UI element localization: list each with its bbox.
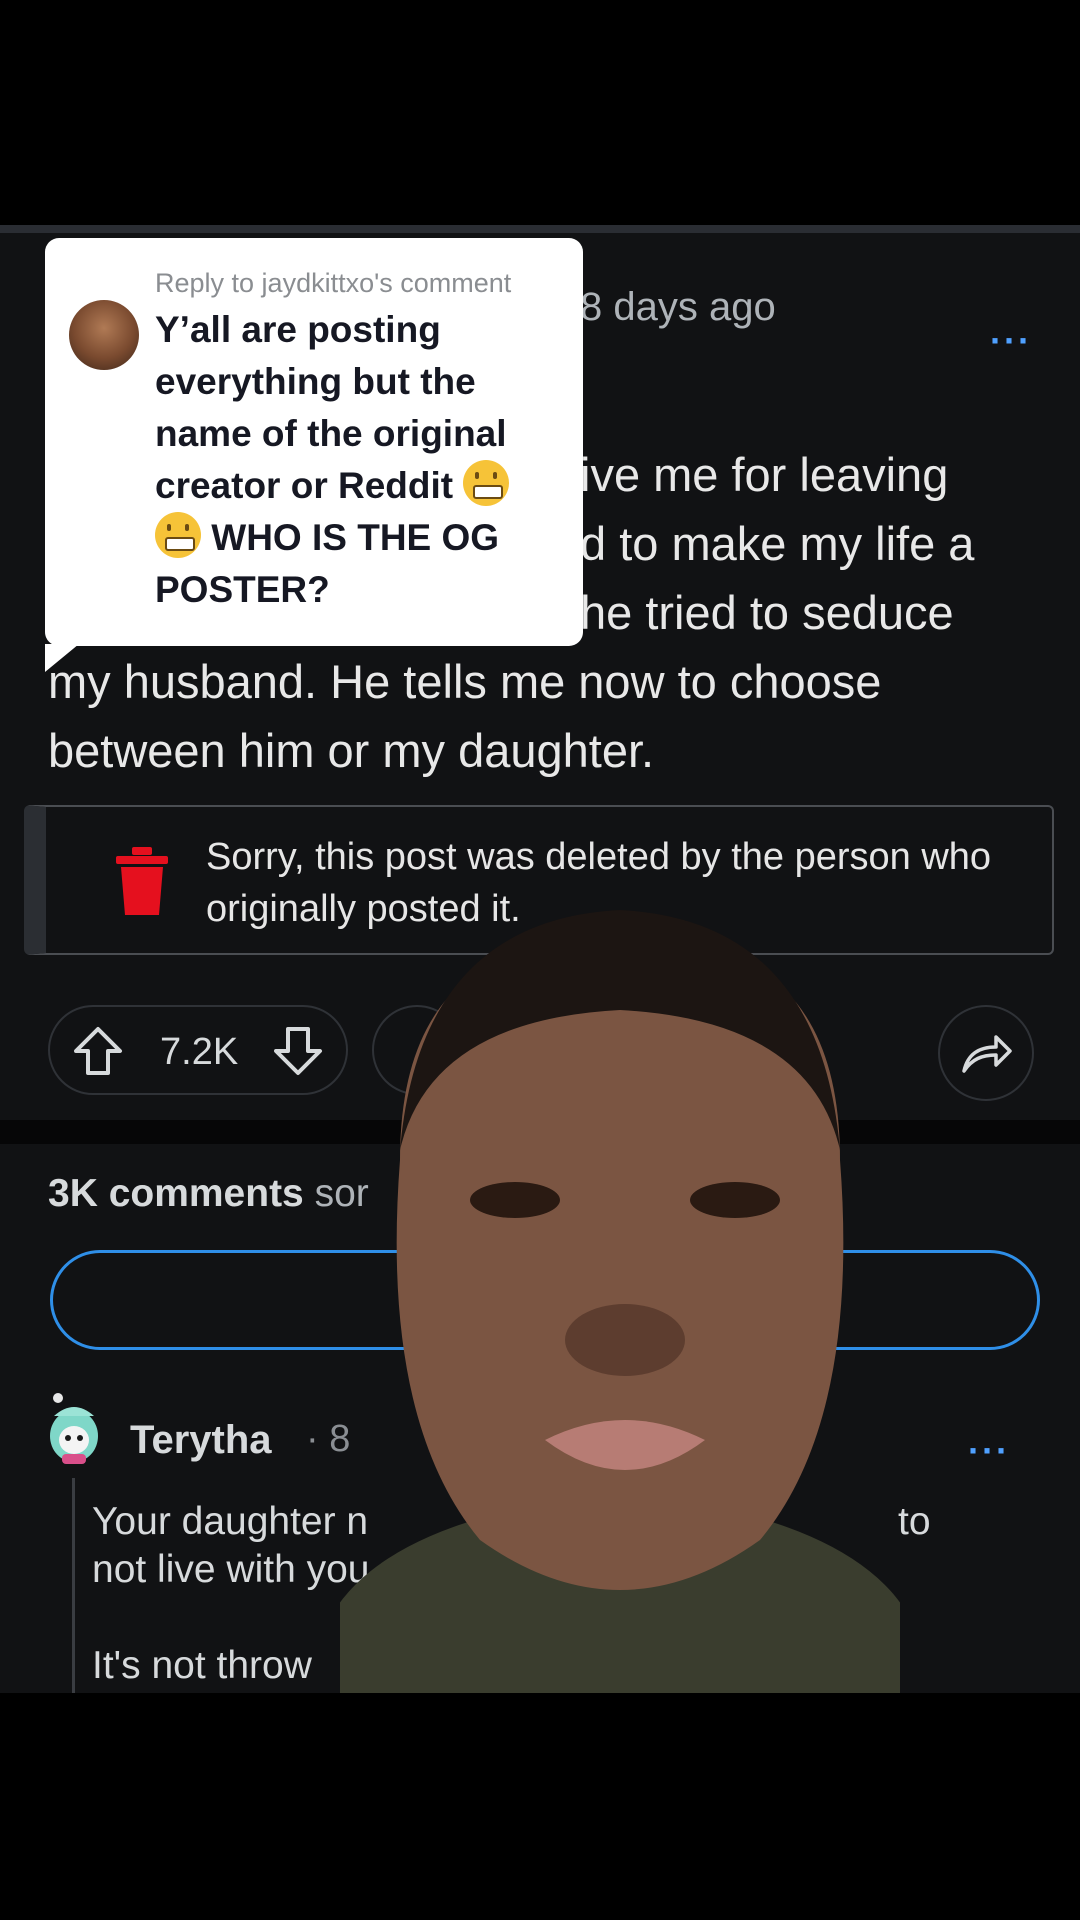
creator-video-overlay [340,910,900,1700]
user-avatar[interactable] [44,1392,100,1466]
upvote-arrow-icon[interactable] [72,1025,124,1077]
post-time-ago: 8 days ago [580,285,776,329]
share-button[interactable] [938,1005,1034,1101]
grimacing-face-emoji-icon [155,512,201,558]
grimacing-face-emoji-icon [463,460,510,506]
reply-line: POSTER? [155,569,330,610]
reply-line: everything but the [155,361,476,402]
share-arrow-icon [962,1035,1012,1073]
comment-line: It's not throw [92,1644,312,1687]
reply-to-comment-card[interactable]: Reply to jaydkittxo's comment Y’all are … [45,238,583,672]
post-body-line: my husband. He tells me now to choose [48,655,882,708]
reply-line: WHO IS THE OG [211,517,500,558]
comment-more-options-icon[interactable]: ··· [968,1430,1010,1472]
vote-bar: 7.2K [48,1005,348,1095]
reply-comment-text: Y’all are posting everything but the nam… [155,304,575,616]
vote-count: 7.2K [160,1031,239,1073]
comment-author[interactable]: Terytha [130,1418,272,1463]
comment-line: Your daughter n [92,1500,369,1543]
post-more-options-icon[interactable]: ··· [990,320,1032,362]
trash-icon [116,847,168,915]
comment-thread-line[interactable] [72,1478,75,1693]
reply-line: name of the original [155,413,507,454]
comments-count-label: 3K comments sor [48,1172,369,1216]
letterbox-bottom [0,1693,1080,1920]
post-body-line: between him or my daughter. [48,724,655,777]
commenter-avatar [69,300,139,370]
screen-top-border [0,225,1080,233]
reply-line: creator or Reddit [155,465,454,506]
downvote-arrow-icon[interactable] [272,1025,324,1077]
comment-line-end: to [898,1500,931,1543]
comments-count: 3K comments [48,1172,304,1215]
reply-line: Y’all are posting [155,309,441,350]
reply-to-label: Reply to jaydkittxo's comment [155,268,512,298]
